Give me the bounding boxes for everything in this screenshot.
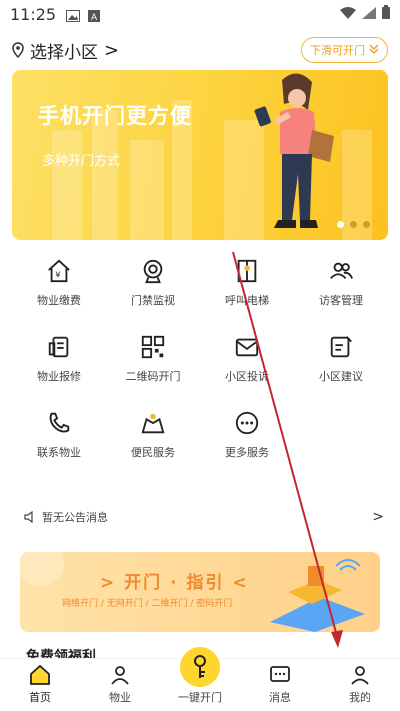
service-label: 访客管理 — [319, 294, 363, 307]
service-visitor-management[interactable]: 访客管理 — [294, 258, 388, 308]
service-label: 二维码开门 — [125, 370, 181, 383]
nav-label: 首页 — [29, 691, 51, 704]
header: 选择小区 > 下滑可开门 — [0, 36, 400, 64]
svg-text:A: A — [91, 13, 98, 22]
wifi-icon — [340, 5, 356, 23]
property-icon — [111, 666, 129, 685]
nav-messages[interactable]: 消息 — [240, 659, 320, 711]
mail-icon — [235, 338, 259, 357]
guide-subtitle: 网络开门 / 无网开门 / 二维开门 / 密码开门 — [62, 599, 233, 609]
svg-text:¥: ¥ — [55, 270, 60, 280]
carousel-dots — [337, 221, 370, 228]
service-contact-property[interactable]: 联系物业 — [12, 410, 106, 460]
slide-to-open-button[interactable]: 下滑可开门 — [301, 37, 388, 63]
banner-title: 手机开门更方便 — [38, 104, 192, 128]
map-person-icon — [141, 413, 165, 434]
battery-icon — [382, 5, 390, 23]
camera-icon — [143, 259, 163, 284]
service-label: 小区建议 — [319, 370, 363, 383]
signal-icon — [362, 5, 376, 23]
welfare-section-title: 免费领福利 — [26, 649, 96, 658]
service-suggestion[interactable]: 小区建议 — [294, 334, 388, 384]
qrcode-icon — [141, 335, 165, 359]
service-label: 呼叫电梯 — [225, 294, 269, 307]
more-icon — [235, 411, 259, 435]
key-icon — [194, 655, 206, 678]
service-label: 门禁监视 — [131, 294, 175, 307]
nav-home[interactable]: 首页 — [0, 659, 80, 711]
home-icon — [30, 664, 50, 685]
service-label: 更多服务 — [225, 446, 269, 459]
image-icon — [66, 8, 81, 22]
banner-subtitle: 多种开门方式 — [42, 154, 121, 169]
chevron-right-icon: > — [372, 509, 384, 525]
nav-label: 一键开门 — [178, 691, 222, 704]
message-icon — [270, 666, 290, 682]
service-access-monitor[interactable]: 门禁监视 — [106, 258, 200, 308]
nav-label: 物业 — [109, 691, 131, 704]
carousel-dot-active — [337, 221, 344, 228]
visitors-icon — [330, 262, 353, 280]
service-convenience[interactable]: 便民服务 — [106, 410, 200, 460]
speaker-icon — [24, 511, 33, 523]
user-icon — [351, 666, 369, 685]
double-chevron-down-icon — [369, 44, 379, 57]
service-label: 小区投诉 — [225, 370, 269, 383]
slide-to-open-label: 下滑可开门 — [310, 44, 365, 57]
service-label: 联系物业 — [37, 446, 81, 459]
service-grid: ¥ 物业缴费 门禁监视 呼叫电梯 访客管理 物业报修 二维码开门 小区投诉 小区… — [12, 258, 388, 460]
nav-mine[interactable]: 我的 — [320, 659, 400, 711]
service-qrcode-open[interactable]: 二维码开门 — [106, 334, 200, 384]
edit-note-icon — [330, 336, 352, 358]
nav-label: 消息 — [269, 691, 291, 704]
guide-title: > 开门 · 指引 < — [100, 573, 249, 593]
service-complaint[interactable]: 小区投诉 — [200, 334, 294, 384]
status-time: 11:25 — [10, 4, 57, 24]
service-call-elevator[interactable]: 呼叫电梯 — [200, 258, 294, 308]
repair-doc-icon — [48, 336, 69, 358]
service-label: 物业报修 — [37, 370, 81, 383]
elevator-icon — [237, 259, 257, 283]
house-yen-icon: ¥ — [48, 259, 70, 283]
service-more[interactable]: 更多服务 — [200, 410, 294, 460]
announcement-text: 暂无公告消息 — [42, 511, 108, 524]
phone-icon — [49, 412, 70, 433]
service-label: 便民服务 — [131, 446, 175, 459]
service-repair[interactable]: 物业报修 — [12, 334, 106, 384]
app-a-icon: A — [88, 8, 102, 23]
nav-property[interactable]: 物业 — [80, 659, 160, 711]
promo-banner[interactable]: 手机开门更方便 多种开门方式 — [12, 70, 388, 240]
nav-label: 我的 — [349, 691, 371, 704]
announcement-bar[interactable]: 暂无公告消息 > — [24, 507, 384, 527]
carousel-dot — [363, 221, 370, 228]
carousel-dot — [350, 221, 357, 228]
location-pin-icon — [12, 42, 24, 58]
chevron-right-icon: > — [104, 39, 120, 61]
service-property-payment[interactable]: ¥ 物业缴费 — [12, 258, 106, 308]
status-bar: 11:25 A — [0, 0, 400, 28]
location-label: 选择小区 — [30, 42, 98, 63]
service-label: 物业缴费 — [37, 294, 81, 307]
one-key-open-button[interactable] — [177, 644, 223, 690]
select-community-button[interactable]: 选择小区 > — [12, 38, 119, 63]
open-door-guide-banner[interactable]: > 开门 · 指引 < 网络开门 / 无网开门 / 二维开门 / 密码开门 — [20, 552, 380, 632]
